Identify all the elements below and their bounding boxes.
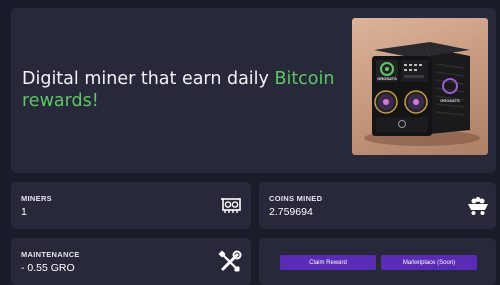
mine-cart-icon bbox=[467, 196, 489, 221]
miner-device-illustration: GROSATS GROSATS bbox=[364, 42, 480, 146]
maintenance-card: MAINTENANCE - 0.55 GRO bbox=[11, 238, 251, 285]
miners-label: MINERS bbox=[21, 194, 52, 203]
gpu-card-icon bbox=[221, 197, 241, 219]
miners-value: 1 bbox=[21, 206, 27, 218]
miners-card: MINERS 1 bbox=[11, 182, 251, 229]
claim-reward-button[interactable]: Claim Reward bbox=[280, 255, 376, 270]
maintenance-value: - 0.55 GRO bbox=[21, 262, 75, 274]
coins-mined-value: 2.759694 bbox=[269, 206, 313, 218]
actions-card: Claim Reward Marketplace (Soon) bbox=[259, 238, 496, 285]
tools-icon bbox=[218, 250, 242, 279]
hero-banner: Digital miner that earn daily Bitcoin re… bbox=[11, 8, 496, 173]
hero-headline: Digital miner that earn daily Bitcoin re… bbox=[22, 68, 342, 112]
marketplace-button[interactable]: Marketplace (Soon) bbox=[381, 255, 477, 270]
miner-product-image: GROSATS GROSATS bbox=[352, 18, 488, 155]
miner-brand-text: GROSATS bbox=[377, 76, 397, 81]
hero-headline-text: Digital miner that earn daily bbox=[22, 69, 275, 89]
miner-side-brand-text: GROSATS bbox=[440, 98, 460, 103]
maintenance-label: MAINTENANCE bbox=[21, 250, 80, 259]
coins-mined-label: COINS MINED bbox=[269, 194, 323, 203]
coins-mined-card: COINS MINED 2.759694 bbox=[259, 182, 496, 229]
